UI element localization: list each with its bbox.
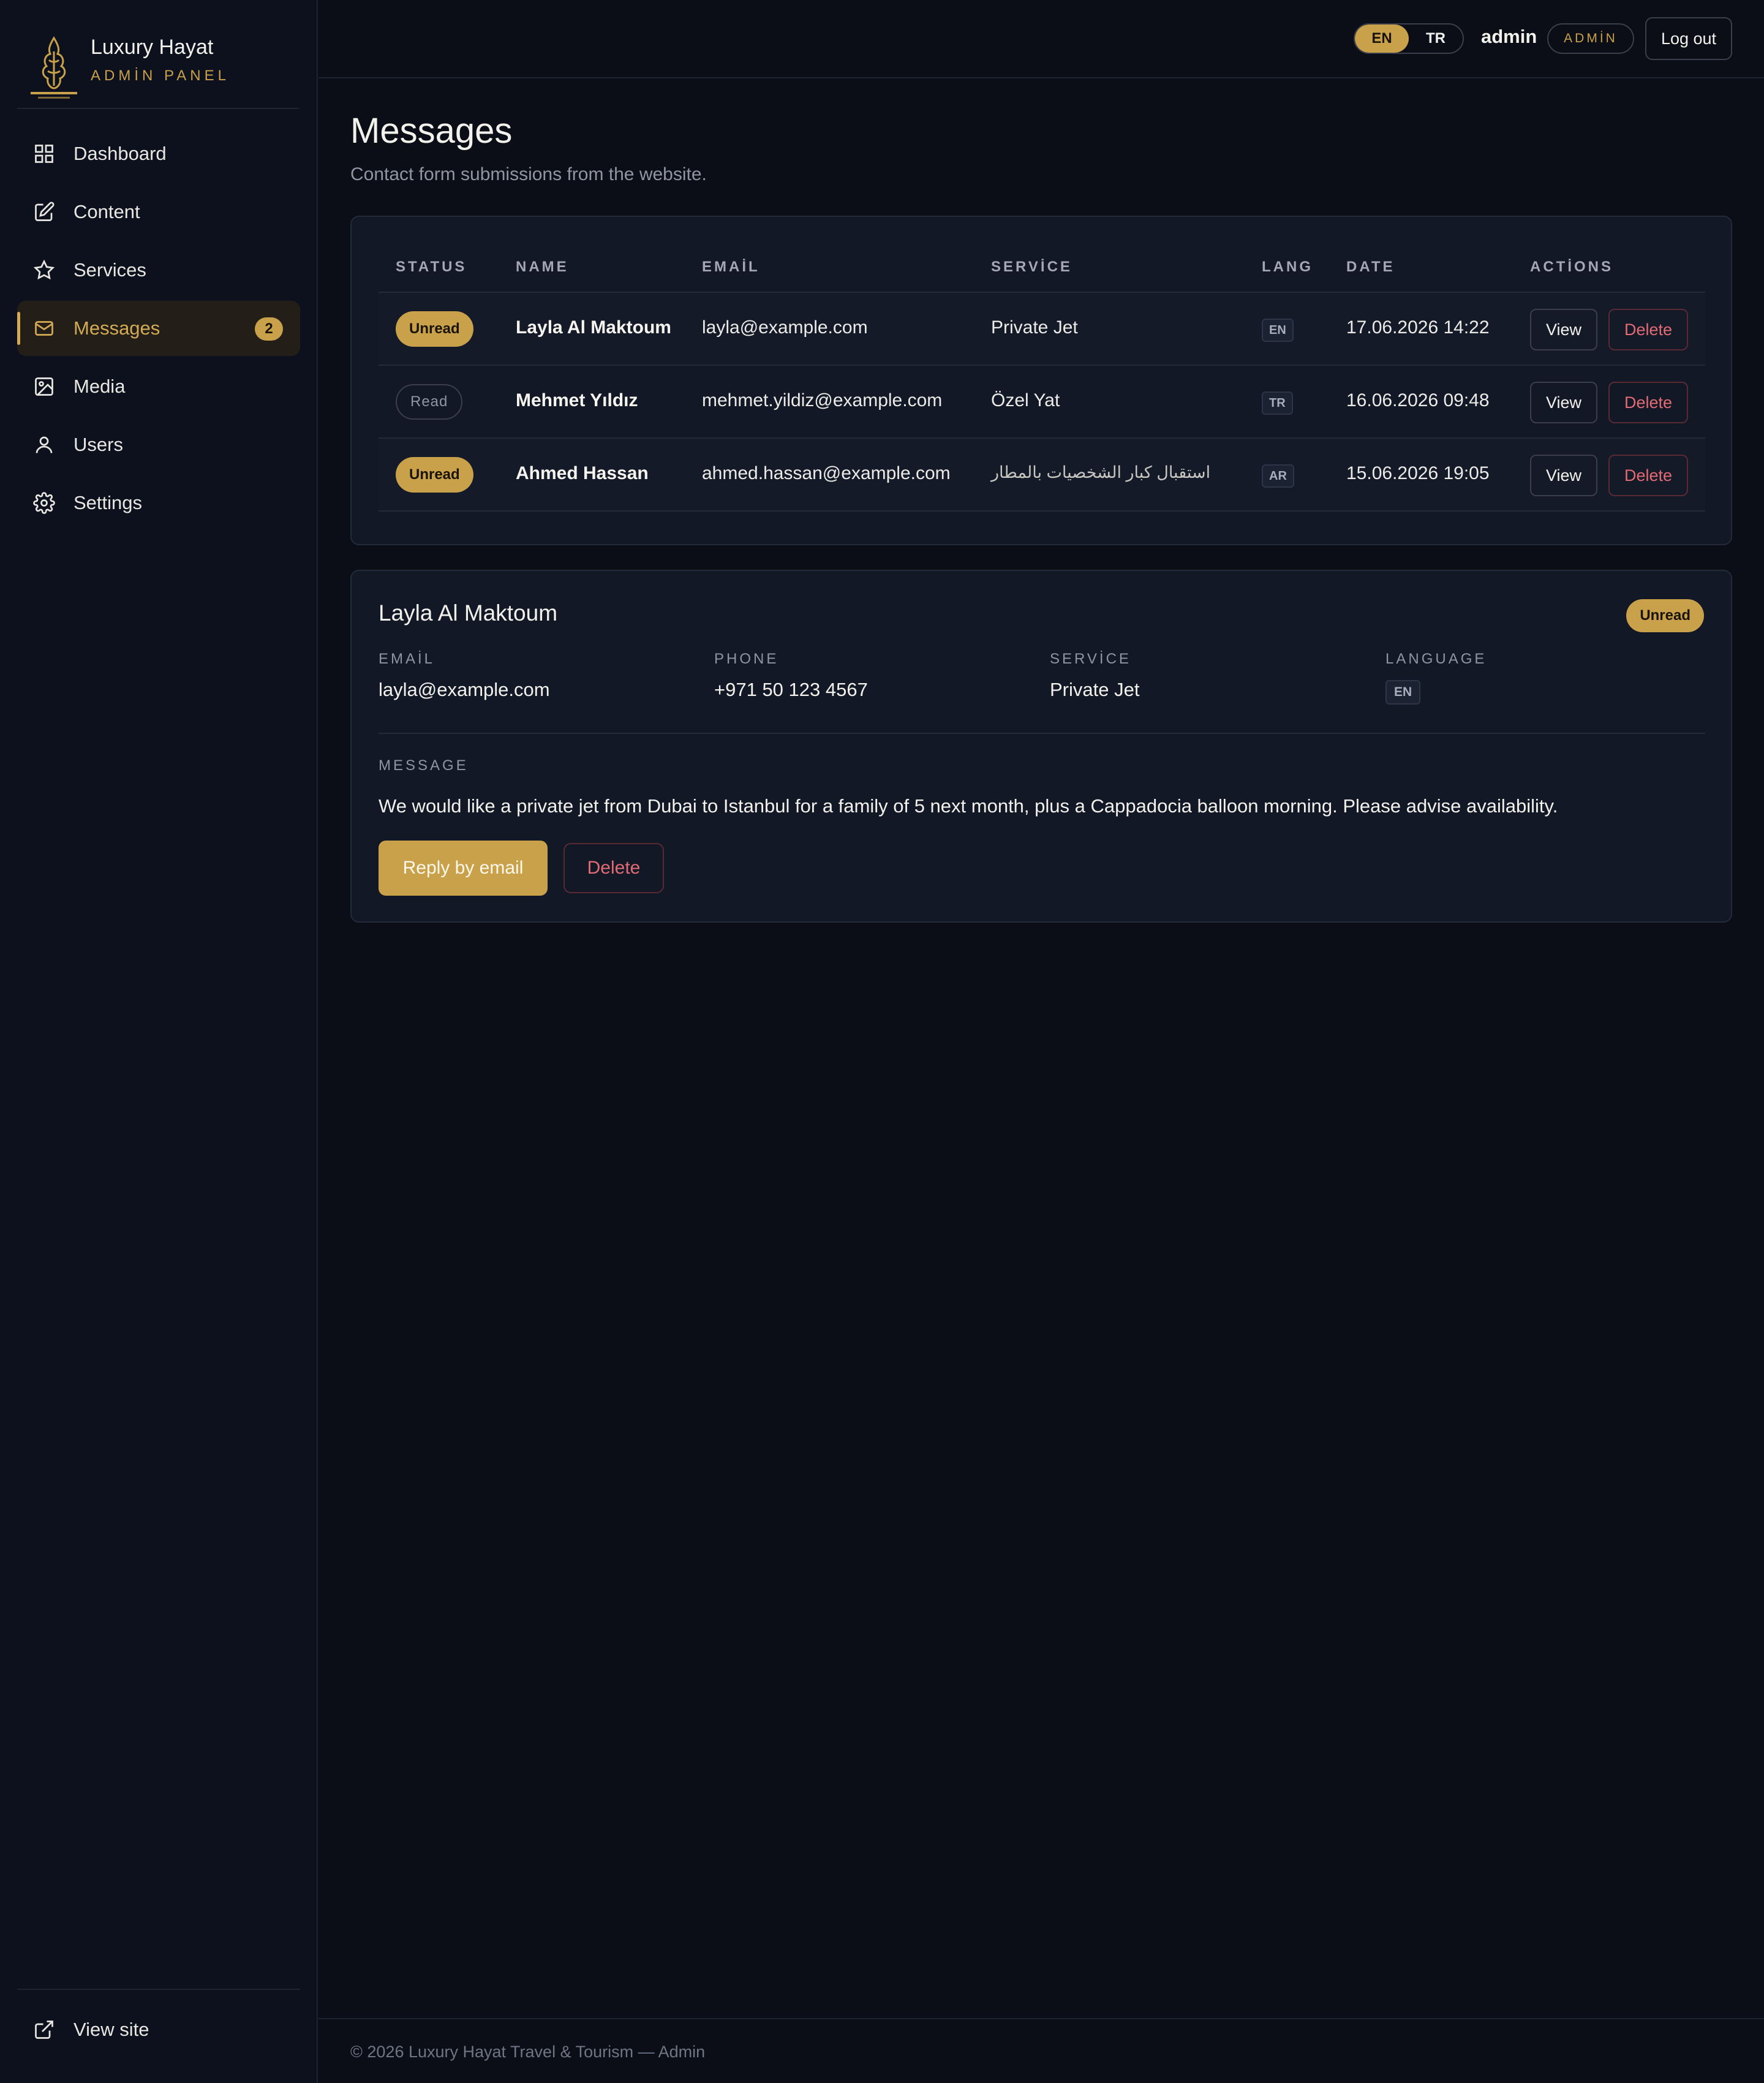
page-subtitle: Contact form submissions from the websit… bbox=[350, 164, 707, 184]
table-row[interactable]: Unread Layla Al Maktoum layla@example.co… bbox=[379, 293, 1705, 366]
detail-language-label: LANGUAGE bbox=[1385, 651, 1487, 667]
sidebar-item-dashboard[interactable]: Dashboard bbox=[17, 126, 300, 181]
column-header-service: SERVİCE bbox=[991, 259, 1072, 275]
detail-service-value: Private Jet bbox=[1050, 679, 1140, 700]
grid-icon bbox=[35, 145, 53, 163]
messages-table-card: STATUS NAME EMAİL SERVİCE LANG DATE ACTİ… bbox=[350, 216, 1732, 545]
detail-service-label: SERVİCE bbox=[1050, 651, 1131, 667]
view-button[interactable]: View bbox=[1530, 455, 1597, 496]
page-title: Messages bbox=[350, 111, 513, 151]
sender-email: ahmed.hassan@example.com bbox=[702, 463, 951, 483]
topbar: EN TR admin ADMİN Log out bbox=[318, 0, 1764, 78]
sender-email: layla@example.com bbox=[702, 317, 868, 338]
brand: Luxury Hayat ADMİN PANEL bbox=[17, 17, 299, 109]
status-badge: Read bbox=[396, 384, 463, 420]
service-name: Private Jet bbox=[991, 317, 1078, 338]
detail-status-badge: Unread bbox=[1626, 599, 1704, 632]
external-link-icon bbox=[35, 2021, 53, 2039]
user-icon bbox=[36, 436, 53, 453]
sidebar-item-label: Content bbox=[74, 201, 140, 222]
submission-date: 16.06.2026 09:48 bbox=[1346, 390, 1490, 410]
sidebar-item-label: Messages bbox=[74, 317, 160, 339]
sidebar-nav: Dashboard Content Services Messages 2 Me… bbox=[17, 126, 300, 534]
submission-date: 17.06.2026 14:22 bbox=[1346, 317, 1490, 338]
sidebar-item-media[interactable]: Media bbox=[17, 359, 300, 414]
column-header-lang: LANG bbox=[1262, 259, 1313, 275]
detail-email-label: EMAİL bbox=[379, 651, 435, 667]
detail-email-value: layla@example.com bbox=[379, 679, 550, 700]
column-header-email: EMAİL bbox=[702, 259, 760, 275]
detail-phone-label: PHONE bbox=[714, 651, 779, 667]
footer-copyright: © 2026 Luxury Hayat Travel & Tourism — A… bbox=[350, 2043, 706, 2061]
column-header-name: NAME bbox=[516, 259, 569, 275]
view-site-label: View site bbox=[74, 2019, 149, 2040]
star-icon bbox=[33, 259, 55, 280]
sidebar-item-label: Dashboard bbox=[74, 143, 167, 164]
sidebar-item-services[interactable]: Services bbox=[17, 243, 300, 298]
language-tag: TR bbox=[1262, 391, 1293, 415]
table-header: STATUS NAME EMAİL SERVİCE LANG DATE ACTİ… bbox=[379, 241, 1705, 293]
detail-message-label: MESSAGE bbox=[379, 757, 469, 774]
detail-delete-button[interactable]: Delete bbox=[564, 843, 664, 893]
reply-by-email-button[interactable]: Reply by email bbox=[379, 841, 548, 896]
column-header-status: STATUS bbox=[396, 259, 467, 275]
page-footer: © 2026 Luxury Hayat Travel & Tourism — A… bbox=[318, 2018, 1764, 2083]
service-name: Özel Yat bbox=[991, 390, 1060, 410]
language-switch: EN TR bbox=[1354, 23, 1464, 54]
sender-name: Ahmed Hassan bbox=[516, 463, 649, 483]
sidebar-item-messages[interactable]: Messages 2 bbox=[17, 301, 300, 356]
detail-language-tag: EN bbox=[1385, 680, 1421, 705]
brand-logo[interactable] bbox=[29, 33, 78, 105]
gear-icon bbox=[33, 492, 55, 514]
column-header-date: DATE bbox=[1346, 259, 1395, 275]
message-detail-card: Layla Al Maktoum Unread EMAİL layla@exam… bbox=[350, 570, 1732, 923]
role-badge: ADMİN bbox=[1547, 23, 1634, 54]
edit-icon bbox=[35, 202, 55, 221]
current-user: admin bbox=[1481, 26, 1537, 47]
sidebar-item-label: Media bbox=[74, 376, 126, 397]
detail-message-body: We would like a private jet from Dubai t… bbox=[379, 795, 1558, 817]
language-tag: EN bbox=[1262, 319, 1294, 342]
service-name: استقبال كبار الشخصيات بالمطار bbox=[991, 463, 1211, 482]
brand-name: Luxury Hayat bbox=[91, 36, 214, 59]
table-body: Unread Layla Al Maktoum layla@example.co… bbox=[379, 293, 1705, 512]
sidebar-item-label: Settings bbox=[74, 492, 143, 513]
view-button[interactable]: View bbox=[1530, 309, 1597, 350]
image-icon bbox=[35, 377, 53, 396]
detail-sender-name: Layla Al Maktoum bbox=[379, 600, 558, 626]
sidebar: Luxury Hayat ADMİN PANEL Dashboard Conte… bbox=[0, 0, 318, 2083]
delete-button[interactable]: Delete bbox=[1608, 382, 1688, 423]
language-tag: AR bbox=[1262, 464, 1294, 488]
detail-phone-value: +971 50 123 4567 bbox=[714, 679, 868, 700]
submission-date: 15.06.2026 19:05 bbox=[1346, 463, 1490, 483]
lang-tr-toggle[interactable]: TR bbox=[1409, 25, 1463, 53]
view-site-link[interactable]: View site bbox=[17, 2002, 300, 2057]
status-badge: Unread bbox=[396, 311, 473, 347]
delete-button[interactable]: Delete bbox=[1608, 455, 1688, 496]
sidebar-item-label: Services bbox=[74, 259, 146, 281]
messages-table: STATUS NAME EMAİL SERVİCE LANG DATE ACTİ… bbox=[379, 241, 1705, 512]
sidebar-item-content[interactable]: Content bbox=[17, 184, 300, 240]
table-row[interactable]: Read Mehmet Yıldız mehmet.yildiz@example… bbox=[379, 366, 1705, 439]
sidebar-footer: View site bbox=[17, 1989, 300, 2057]
status-badge: Unread bbox=[396, 457, 473, 493]
sidebar-item-label: Users bbox=[74, 434, 123, 455]
column-header-actions: ACTİONS bbox=[1530, 259, 1613, 275]
sender-email: mehmet.yildiz@example.com bbox=[702, 390, 943, 410]
view-button[interactable]: View bbox=[1530, 382, 1597, 423]
logout-button[interactable]: Log out bbox=[1645, 17, 1732, 60]
brand-subtitle: ADMİN PANEL bbox=[91, 67, 230, 84]
mail-icon bbox=[35, 321, 53, 336]
lang-en-toggle[interactable]: EN bbox=[1355, 25, 1409, 53]
sender-name: Layla Al Maktoum bbox=[516, 317, 671, 338]
sender-name: Mehmet Yıldız bbox=[516, 390, 638, 410]
detail-divider bbox=[379, 733, 1705, 734]
table-row[interactable]: Unread Ahmed Hassan ahmed.hassan@example… bbox=[379, 439, 1705, 512]
delete-button[interactable]: Delete bbox=[1608, 309, 1688, 350]
sidebar-item-settings[interactable]: Settings bbox=[17, 475, 300, 531]
sidebar-item-users[interactable]: Users bbox=[17, 417, 300, 472]
unread-count-badge: 2 bbox=[255, 317, 283, 341]
